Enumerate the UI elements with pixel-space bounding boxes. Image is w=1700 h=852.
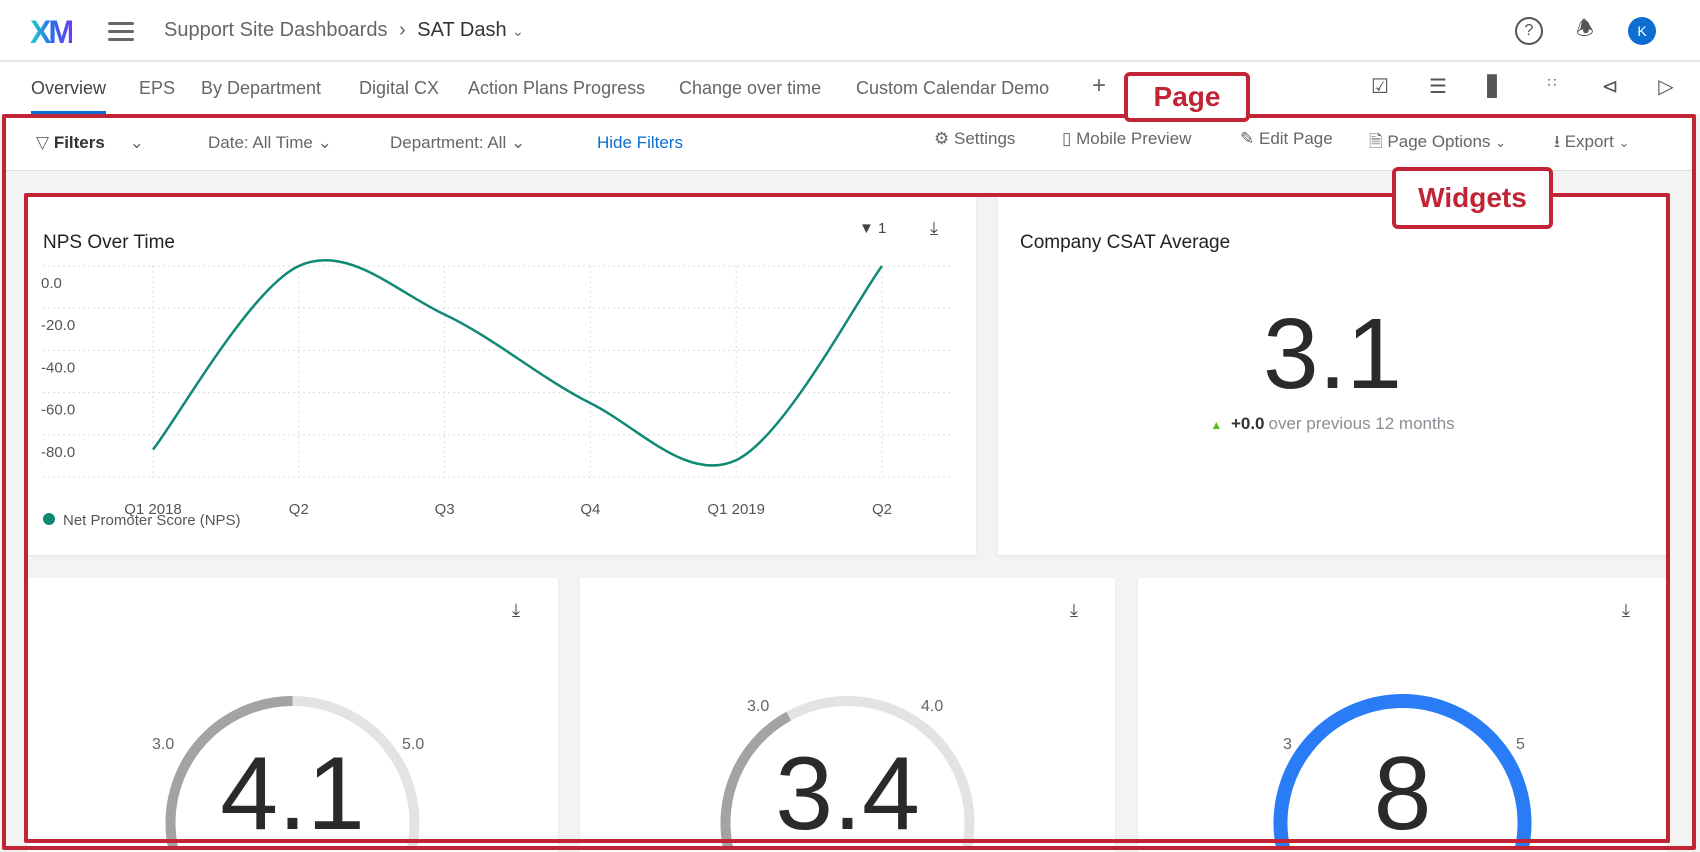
- bar-chart-icon[interactable]: ▋: [1481, 74, 1509, 102]
- tab-custom-calendar-demo[interactable]: Custom Calendar Demo: [856, 78, 1049, 111]
- add-tab-button[interactable]: +: [1092, 72, 1106, 112]
- list-icon[interactable]: ☰: [1424, 74, 1452, 102]
- top-header: XM Support Site Dashboards › SAT Dash ⌄ …: [0, 0, 1700, 62]
- dashboard-selector[interactable]: SAT Dash: [417, 19, 506, 41]
- checklist-icon[interactable]: ☑: [1366, 74, 1394, 102]
- tab-digital-cx[interactable]: Digital CX: [359, 78, 439, 111]
- page-tabs: Overview EPS By Department Digital CX Ac…: [0, 62, 1700, 114]
- page-annotation-label: Page: [1124, 72, 1250, 122]
- breadcrumb-parent[interactable]: Support Site Dashboards: [164, 19, 387, 41]
- breadcrumb-separator: ›: [399, 19, 406, 41]
- tab-action-plans-progress[interactable]: Action Plans Progress: [468, 78, 645, 111]
- bell-icon[interactable]: 🕭: [1571, 17, 1599, 45]
- chevron-down-icon[interactable]: ⌄: [512, 23, 524, 39]
- tab-change-over-time[interactable]: Change over time: [679, 78, 821, 111]
- menu-icon[interactable]: [108, 22, 134, 46]
- breadcrumb: Support Site Dashboards › SAT Dash ⌄: [164, 19, 524, 42]
- widgets-annotation-box: [24, 193, 1670, 843]
- xm-logo[interactable]: XM: [30, 14, 75, 51]
- help-icon[interactable]: ?: [1515, 17, 1543, 45]
- tab-overview[interactable]: Overview: [31, 78, 107, 114]
- widgets-annotation-label: Widgets: [1392, 167, 1553, 229]
- tab-eps[interactable]: EPS: [139, 78, 175, 111]
- scatter-icon[interactable]: ∷: [1538, 74, 1566, 102]
- present-icon[interactable]: ▷: [1652, 74, 1680, 102]
- share-icon[interactable]: ⊲: [1596, 74, 1624, 102]
- avatar[interactable]: K: [1628, 17, 1656, 45]
- tab-by-department[interactable]: By Department: [201, 78, 321, 111]
